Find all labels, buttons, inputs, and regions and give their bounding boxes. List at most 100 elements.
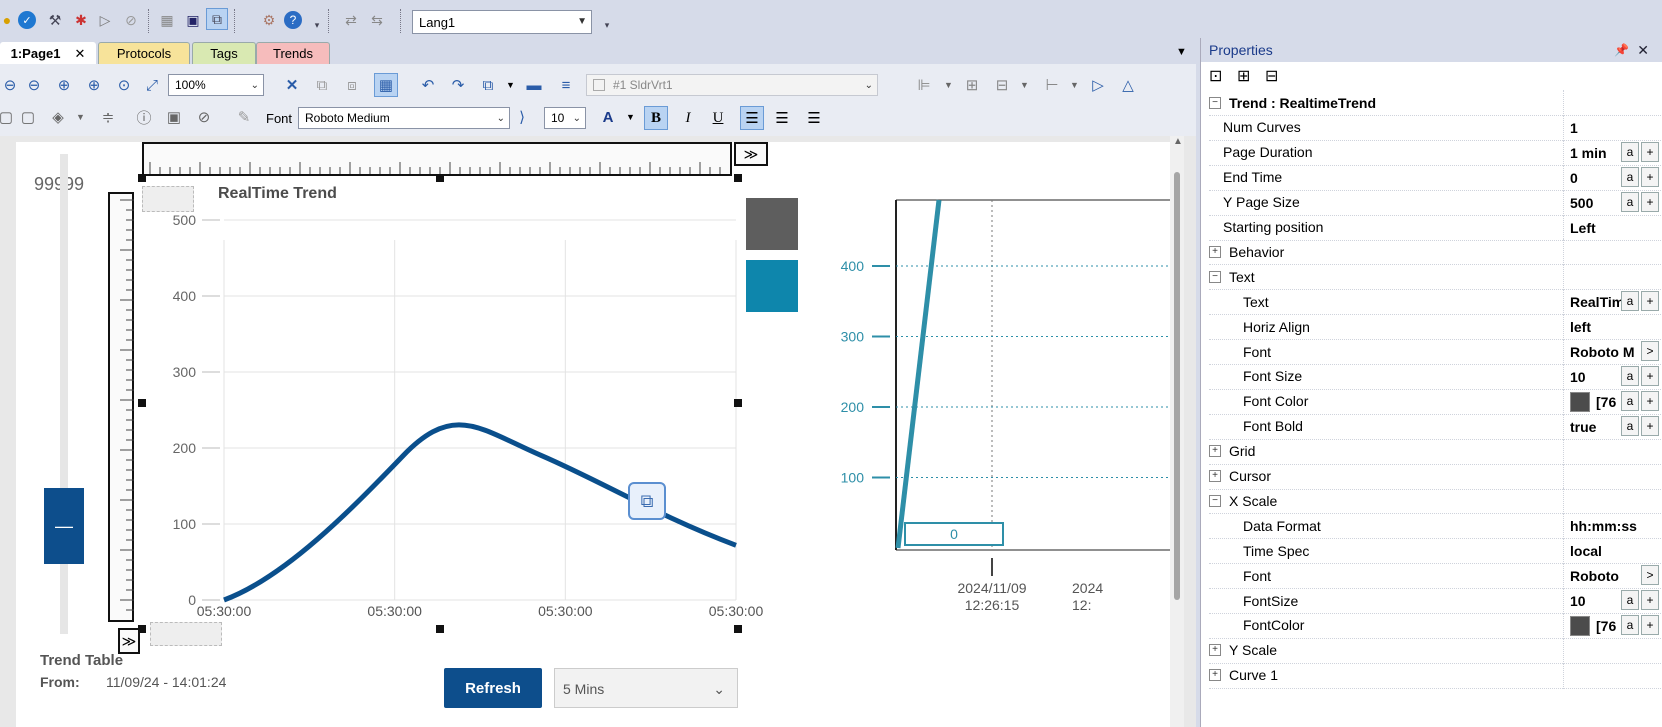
- tab-tags[interactable]: Tags: [192, 42, 256, 64]
- edit-expression-button[interactable]: a: [1621, 415, 1639, 436]
- bold-button[interactable]: B: [644, 106, 668, 130]
- collapse-icon[interactable]: −: [1209, 96, 1221, 109]
- add-button[interactable]: +: [1641, 141, 1659, 162]
- align-center-text-icon[interactable]: ☰: [770, 106, 794, 130]
- selection-handle[interactable]: [138, 174, 146, 182]
- overflow-icon[interactable]: ▾: [306, 14, 328, 36]
- close-icon[interactable]: ✕: [1637, 42, 1649, 59]
- property-row-end-time[interactable]: End Time 0 a +: [1209, 164, 1662, 191]
- selection-handle[interactable]: [734, 399, 742, 407]
- property-row-time-spec[interactable]: Time Spec local: [1209, 538, 1662, 565]
- grid-toggle-icon[interactable]: ▦: [374, 73, 398, 97]
- edit-expression-button[interactable]: a: [1621, 365, 1639, 386]
- edit-expression-button[interactable]: a: [1621, 291, 1639, 312]
- property-row-cursor[interactable]: + Cursor: [1209, 463, 1662, 490]
- selection-handle[interactable]: [734, 625, 742, 633]
- property-row-curve-1[interactable]: + Curve 1: [1209, 662, 1662, 689]
- debug-icon[interactable]: ✱: [70, 9, 92, 31]
- edit-expression-button[interactable]: a: [1621, 191, 1639, 212]
- font-size-select[interactable]: 10 ⌄: [544, 107, 586, 129]
- zoom-out-icon[interactable]: ⊖: [0, 73, 22, 97]
- arrange-dropdown-icon[interactable]: ▼: [506, 80, 515, 90]
- selection-handle[interactable]: [138, 399, 146, 407]
- property-row-grid[interactable]: + Grid: [1209, 438, 1662, 465]
- page-surface[interactable]: 99999 — ≫ ≫ RealTime Trend 5004003002001…: [16, 142, 1180, 727]
- collapse-icon[interactable]: −: [1209, 270, 1221, 283]
- property-row-page-duration[interactable]: Page Duration 1 min a +: [1209, 139, 1662, 166]
- property-row-y-page-size[interactable]: Y Page Size 500 a +: [1209, 189, 1662, 216]
- rotate-right-icon[interactable]: ↷: [446, 73, 470, 97]
- property-value[interactable]: local: [1563, 538, 1662, 565]
- add-button[interactable]: +: [1641, 390, 1659, 411]
- line-icon[interactable]: ≑: [96, 105, 120, 129]
- image-icon[interactable]: ▣: [162, 105, 186, 129]
- property-row-trend-realtimetrend[interactable]: − Trend : RealtimeTrend: [1209, 90, 1662, 116]
- fill-dropdown-icon[interactable]: ▼: [76, 112, 85, 122]
- fill-icon[interactable]: ◈: [46, 105, 70, 129]
- size-icon[interactable]: ⊢: [1040, 73, 1064, 97]
- new-icon[interactable]: ●: [0, 9, 18, 31]
- add-button[interactable]: +: [1641, 291, 1659, 312]
- align-left-text-icon[interactable]: ☰: [740, 106, 764, 130]
- zoom-select[interactable]: 100% ⌄: [168, 74, 264, 96]
- tab-trends[interactable]: Trends: [256, 42, 330, 64]
- property-row-x-scale[interactable]: − X Scale: [1209, 488, 1662, 515]
- edit-expression-button[interactable]: a: [1621, 390, 1639, 411]
- font-select[interactable]: Roboto Medium ⌄: [298, 107, 510, 129]
- property-value[interactable]: left: [1563, 314, 1662, 341]
- arrange-icon[interactable]: ⧉: [476, 73, 500, 97]
- pen-color-1[interactable]: [746, 198, 798, 250]
- property-row-fontcolor[interactable]: FontColor [76 a +: [1209, 612, 1662, 639]
- add-button[interactable]: +: [1641, 365, 1659, 386]
- font-more-icon[interactable]: ⟩: [510, 105, 534, 129]
- property-row-num-curves[interactable]: Num Curves 1: [1209, 114, 1662, 141]
- edit-expression-button[interactable]: a: [1621, 141, 1639, 162]
- distribute-icon[interactable]: ⊟: [990, 73, 1014, 97]
- property-row-text[interactable]: Text RealTim a +: [1209, 289, 1662, 316]
- property-row-font-size[interactable]: Font Size 10 a +: [1209, 363, 1662, 390]
- canvas-scrollbar[interactable]: ▲: [1170, 136, 1184, 727]
- expand-icon[interactable]: +: [1209, 644, 1221, 657]
- zoom-select-icon[interactable]: ⊙: [112, 73, 136, 97]
- font-color-dropdown-icon[interactable]: ▼: [626, 112, 635, 122]
- trend-data-icon[interactable]: ⧉: [628, 482, 666, 520]
- bring-front-icon[interactable]: ▬: [522, 73, 546, 97]
- object-select[interactable]: #1 SldrVrt1 ⌄: [586, 74, 878, 96]
- add-button[interactable]: +: [1641, 191, 1659, 212]
- property-row-data-format[interactable]: Data Format hh:mm:ss: [1209, 513, 1662, 540]
- expand-icon[interactable]: +: [1209, 669, 1221, 682]
- color-swatch[interactable]: [1570, 615, 1590, 636]
- property-value[interactable]: hh:mm:ss: [1563, 513, 1662, 540]
- font-picker-button[interactable]: >: [1641, 341, 1659, 361]
- add-button[interactable]: +: [1641, 415, 1659, 436]
- underline-button[interactable]: U: [706, 106, 730, 130]
- delete-icon[interactable]: ✕: [280, 73, 304, 97]
- property-row-text[interactable]: − Text: [1209, 264, 1662, 291]
- stop-icon[interactable]: ⊘: [120, 9, 142, 31]
- refresh-button[interactable]: Refresh: [444, 668, 542, 708]
- ungroup-icon[interactable]: ⧈: [340, 73, 364, 97]
- collapse-icon[interactable]: −: [1209, 494, 1221, 507]
- property-row-behavior[interactable]: + Behavior: [1209, 239, 1662, 266]
- align-left-icon[interactable]: ⊫: [912, 73, 936, 97]
- selection-handle[interactable]: [138, 625, 146, 633]
- align-dropdown-icon[interactable]: ▼: [944, 80, 953, 90]
- property-row-horiz-align[interactable]: Horiz Align left: [1209, 314, 1662, 341]
- edit-expression-button[interactable]: a: [1621, 166, 1639, 187]
- selection-handle[interactable]: [436, 174, 444, 182]
- italic-button[interactable]: I: [676, 106, 700, 130]
- property-pages-icon[interactable]: ⊟: [1265, 66, 1278, 86]
- close-icon[interactable]: ✕: [74, 46, 85, 62]
- rotate-left-icon[interactable]: ↶: [416, 73, 440, 97]
- add-button[interactable]: +: [1641, 166, 1659, 187]
- tab-page1[interactable]: 1:Page1 ✕: [0, 42, 96, 64]
- size-dropdown-icon[interactable]: ▼: [1070, 80, 1079, 90]
- property-row-font[interactable]: Font Roboto M >: [1209, 339, 1662, 365]
- property-value[interactable]: 1: [1563, 114, 1662, 141]
- tab-list-icon[interactable]: ▼: [1176, 46, 1187, 58]
- add-button[interactable]: +: [1641, 590, 1659, 610]
- expand-right-icon[interactable]: ≫: [734, 142, 768, 166]
- tab-protocols[interactable]: Protocols: [98, 42, 190, 64]
- snap-icon[interactable]: ▣: [182, 9, 204, 31]
- edit-expression-button[interactable]: a: [1621, 590, 1639, 610]
